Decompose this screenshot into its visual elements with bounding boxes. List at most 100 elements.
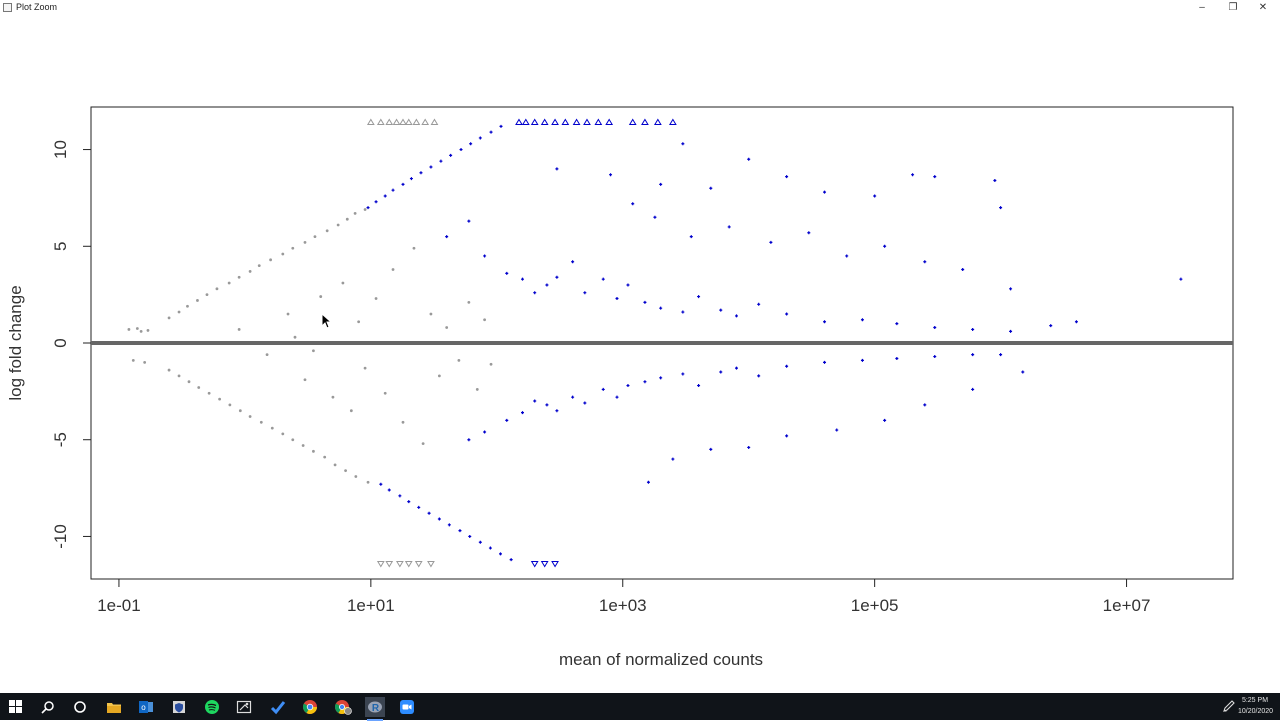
data-point bbox=[281, 252, 285, 256]
data-point bbox=[366, 480, 370, 484]
close-button[interactable]: ✕ bbox=[1248, 0, 1278, 16]
r-app-icon[interactable]: R bbox=[365, 697, 385, 721]
data-point bbox=[323, 455, 327, 459]
data-point bbox=[265, 353, 269, 357]
data-point bbox=[146, 329, 150, 332]
data-point bbox=[374, 297, 378, 300]
x-axis-label: mean of normalized counts bbox=[559, 650, 763, 669]
data-point bbox=[312, 449, 315, 453]
data-point bbox=[269, 258, 273, 262]
data-point bbox=[412, 246, 416, 250]
data-point bbox=[331, 395, 335, 399]
y-tick-label: 0 bbox=[51, 338, 70, 347]
mouse-pointer-icon bbox=[321, 313, 333, 329]
y-tick-label: 5 bbox=[51, 242, 70, 251]
x-tick-label: 1e+07 bbox=[1103, 596, 1151, 615]
svg-text:o: o bbox=[141, 703, 146, 712]
data-point bbox=[186, 304, 189, 308]
data-point bbox=[167, 316, 171, 320]
data-point bbox=[345, 217, 349, 221]
data-point bbox=[391, 268, 395, 271]
data-point bbox=[363, 208, 367, 211]
ma-plot: 1e-01 1e+01 1e+03 1e+05 1e+07 10 5 0 -5 -10 mean… bbox=[6, 106, 1234, 669]
data-point bbox=[237, 328, 241, 331]
data-point bbox=[291, 438, 295, 442]
data-point bbox=[257, 264, 261, 268]
data-point bbox=[429, 312, 433, 316]
data-point bbox=[167, 368, 171, 372]
cortana-icon[interactable] bbox=[70, 697, 90, 717]
data-point bbox=[196, 299, 199, 302]
data-point bbox=[207, 391, 211, 395]
data-point bbox=[259, 420, 263, 424]
y-axis: 10 5 0 -5 -10 bbox=[51, 140, 91, 549]
data-point bbox=[437, 374, 441, 378]
data-point bbox=[218, 397, 222, 401]
data-point bbox=[303, 378, 307, 382]
taskbar-clock[interactable]: 5:25 PM 10/20/2020 bbox=[1238, 695, 1274, 717]
x-axis: 1e-01 1e+01 1e+03 1e+05 1e+07 bbox=[97, 579, 1150, 615]
data-point bbox=[467, 300, 471, 304]
y-tick-label: -10 bbox=[51, 524, 70, 549]
data-point bbox=[187, 380, 191, 384]
data-point bbox=[313, 235, 317, 239]
file-explorer-icon[interactable] bbox=[104, 697, 124, 717]
security-shield-icon[interactable] bbox=[169, 697, 189, 717]
snipping-tool-icon[interactable] bbox=[234, 697, 254, 717]
search-icon[interactable] bbox=[38, 697, 58, 717]
data-point bbox=[228, 403, 232, 407]
data-point bbox=[143, 360, 147, 364]
outlook-icon[interactable]: o bbox=[136, 697, 156, 717]
data-point bbox=[383, 391, 387, 395]
data-point bbox=[349, 409, 353, 413]
data-point bbox=[303, 241, 307, 244]
checkmark-app-icon[interactable] bbox=[268, 697, 288, 717]
data-point bbox=[248, 415, 252, 418]
data-point bbox=[445, 326, 449, 329]
data-point bbox=[319, 295, 323, 298]
x-tick-label: 1e-01 bbox=[97, 596, 140, 615]
data-point bbox=[131, 359, 135, 362]
data-point bbox=[325, 229, 329, 233]
data-point bbox=[291, 246, 295, 250]
data-point bbox=[357, 320, 361, 324]
data-point bbox=[301, 444, 305, 447]
data-point bbox=[457, 359, 461, 362]
taskbar: o R 5:25 PM 10/20/2020 bbox=[0, 693, 1280, 721]
y-tick-label: -5 bbox=[51, 432, 70, 447]
data-point bbox=[489, 362, 493, 366]
spotify-icon[interactable] bbox=[202, 697, 222, 717]
data-point bbox=[363, 366, 367, 370]
data-point bbox=[344, 469, 347, 473]
restore-button[interactable]: ❐ bbox=[1218, 0, 1248, 16]
data-point bbox=[205, 293, 209, 297]
start-button-icon[interactable] bbox=[6, 697, 26, 717]
chrome-profile-icon[interactable] bbox=[333, 697, 353, 717]
clock-date: 10/20/2020 bbox=[1238, 708, 1274, 715]
data-point bbox=[135, 327, 139, 330]
x-tick-label: 1e+05 bbox=[851, 596, 899, 615]
minimize-button[interactable]: – bbox=[1187, 0, 1217, 16]
pen-tray-icon[interactable] bbox=[1222, 699, 1236, 713]
svg-text:R: R bbox=[372, 703, 380, 714]
chrome-icon[interactable] bbox=[300, 697, 320, 717]
data-point bbox=[401, 420, 405, 424]
data-point bbox=[475, 388, 479, 391]
data-point bbox=[341, 281, 345, 285]
data-point bbox=[354, 475, 358, 478]
y-tick-label: 10 bbox=[51, 140, 70, 159]
zoom-app-icon[interactable] bbox=[397, 697, 417, 717]
plot-window-icon bbox=[3, 3, 12, 12]
plot-canvas: 1e-01 1e+01 1e+03 1e+05 1e+07 10 5 0 -5 -10 mean… bbox=[0, 16, 1280, 693]
y-axis-label: log fold change bbox=[6, 285, 25, 400]
data-point bbox=[286, 312, 290, 316]
data-point bbox=[177, 374, 181, 378]
clock-time: 5:25 PM bbox=[1241, 697, 1269, 704]
data-point bbox=[238, 409, 242, 413]
data-point bbox=[353, 211, 357, 215]
data-point bbox=[270, 426, 274, 430]
data-point bbox=[139, 329, 143, 333]
data-point bbox=[333, 463, 337, 467]
x-tick-label: 1e+01 bbox=[347, 596, 395, 615]
window-title: Plot Zoom bbox=[16, 2, 58, 12]
